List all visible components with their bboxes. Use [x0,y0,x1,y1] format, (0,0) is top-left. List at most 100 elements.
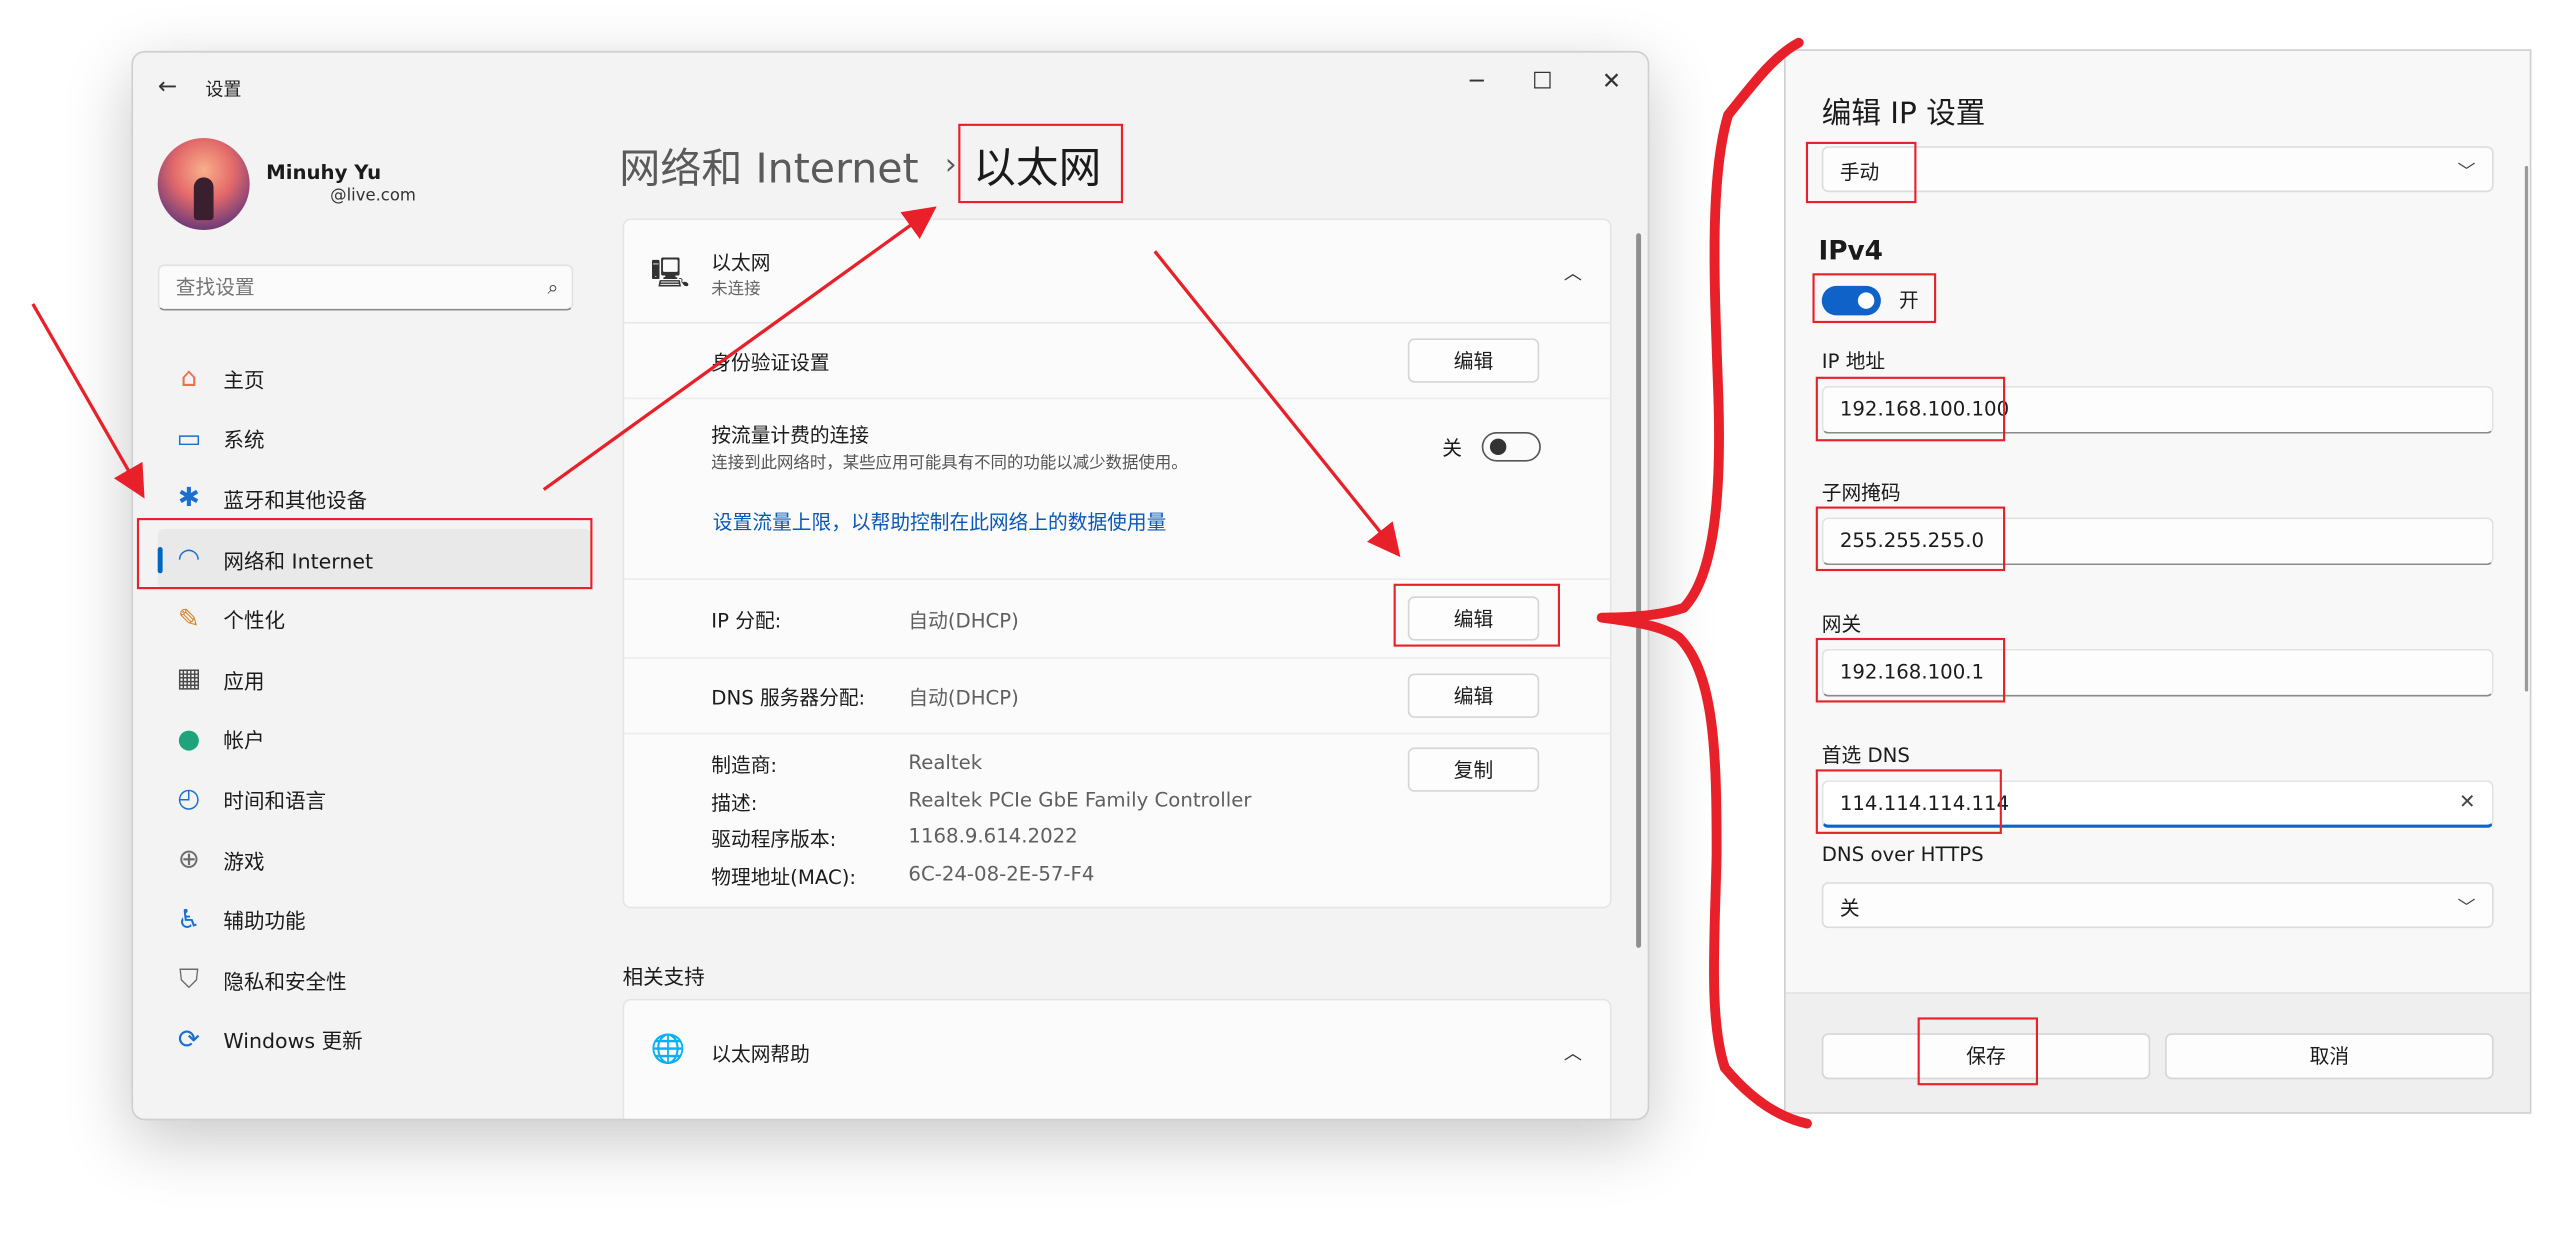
auth-settings-label: 身份验证设置 [711,348,829,376]
scrollbar[interactable] [1636,233,1641,948]
search-icon[interactable]: ⌕ [547,276,558,301]
edit-ip-dialog: 编辑 IP 设置 手动 ﹀ IPv4 开 IP 地址 192.168.100.1… [1784,49,2531,1113]
save-button[interactable]: 保存 [1822,1033,2151,1079]
apps-icon: ▦ [171,661,207,697]
dns-edit-button[interactable]: 编辑 [1408,674,1539,718]
sidebar-item-label: 时间和语言 [223,783,326,814]
minimize-button[interactable]: ─ [1444,59,1510,105]
sidebar-item-label: 个性化 [223,603,285,634]
cancel-button[interactable]: 取消 [2165,1033,2494,1079]
close-button[interactable]: ✕ [1579,59,1645,105]
data-limit-link[interactable]: 设置流量上限，以帮助控制在此网络上的数据使用量 [713,508,1166,536]
sidebar-item-label: 游戏 [223,844,264,875]
prop-label: 物理地址(MAC): [711,862,856,890]
avatar[interactable] [158,138,250,230]
auth-settings-row: 身份验证设置 编辑 [624,322,1610,399]
doh-select[interactable]: 关 ﹀ [1822,882,2494,928]
ethernet-help-card[interactable]: 🌐 以太网帮助 ︿ [623,999,1612,1121]
auth-edit-button[interactable]: 编辑 [1408,338,1539,382]
sidebar-nav: ⌂主页▭系统✱蓝牙和其他设备◠网络和 Internet ✎ 个性化 ▦ 应用 ● 帐户 ◴时间… [158,348,592,1069]
sidebar-item[interactable]: ✱蓝牙和其他设备 [158,468,592,528]
sidebar-item-label: 辅助功能 [223,904,305,935]
gateway-field[interactable]: 192.168.100.1 [1822,649,2494,697]
sidebar-item-label: 应用 [223,663,264,694]
sidebar-item[interactable]: ⟳ Windows 更新 [158,1009,592,1069]
metered-label: 按流量计费的连接 [711,421,869,449]
dns-label: 首选 DNS [1822,741,1910,769]
prop-value: Realtek PCIe GbE Family Controller [908,788,1251,811]
monitor-icon: ▭ [171,420,207,456]
sidebar-item-label: 帐户 [223,723,264,754]
ip-assignment-row: IP 分配: 自动(DHCP) 编辑 [624,578,1610,658]
search-input[interactable] [172,274,524,300]
metered-row: 按流量计费的连接 连接到此网络时，某些应用可能具有不同的功能以减少数据使用。 关… [624,398,1610,580]
prop-value: 6C-24-08-2E-57-F4 [908,862,1094,885]
dns-assignment-row: DNS 服务器分配: 自动(DHCP) 编辑 [624,657,1610,734]
sidebar-item[interactable]: ✎ 个性化 [158,589,592,649]
sidebar-item[interactable]: ⛉ 隐私和安全性 [158,949,592,1009]
ip-mode-select[interactable]: 手动 ﹀ [1822,146,2494,192]
sidebar-item[interactable]: ⊕ 游戏 [158,829,592,889]
sidebar-item[interactable]: ♿ 辅助功能 [158,889,592,949]
gamepad-icon: ⊕ [171,841,207,877]
breadcrumb: 网络和 Internet › 以太网 [619,135,1101,196]
metered-toggle[interactable] [1482,432,1541,462]
sidebar-item[interactable]: ◴时间和语言 [158,769,592,829]
search-box[interactable]: ⌕ [158,264,574,310]
app-title: 设置 [205,76,241,102]
properties-row: 制造商: Realtek 描述: Realtek PCIe GbE Family… [624,733,1610,907]
ethernet-icon: 🖳 [651,253,690,302]
arrow-left-icon: ← [158,74,177,100]
breadcrumb-parent[interactable]: 网络和 Internet [619,136,918,195]
gateway-value: 192.168.100.1 [1840,660,1984,683]
ethernet-card-header[interactable]: 🖳 以太网 未连接 ︿ [624,220,1610,323]
dialog-footer: 保存 取消 [1786,992,2530,1114]
chevron-up-icon[interactable]: ︿ [1564,1040,1582,1066]
settings-window: ← 设置 ─ ☐ ✕ Minuhy Yu @live.com ⌕ ⌂主页▭系统✱… [131,51,1649,1120]
sidebar-item-label: Windows 更新 [223,1024,362,1055]
sidebar-item[interactable]: ● 帐户 [158,709,592,769]
back-button[interactable]: ← [149,69,185,105]
chevron-down-icon: ﹀ [2457,158,2475,184]
breadcrumb-separator: › [945,148,957,182]
metered-state: 关 [1442,434,1462,462]
user-name: Minuhy Yu [266,161,381,184]
ip-address-field[interactable]: 192.168.100.100 [1822,386,2494,434]
sidebar-item-label: 隐私和安全性 [223,964,346,995]
sidebar-item[interactable]: ▭系统 [158,408,592,468]
prop-label: 描述: [711,788,757,816]
doh-label: DNS over HTTPS [1822,843,1984,866]
copy-button[interactable]: 复制 [1408,747,1539,791]
sidebar-item[interactable]: ⌂主页 [158,348,592,408]
toggle-knob [1858,292,1874,308]
person-icon: ● [171,721,207,757]
ethernet-title: 以太网 [711,248,770,276]
brush-icon: ✎ [171,601,207,637]
update-icon: ⟳ [171,1021,207,1057]
metered-description: 连接到此网络时，某些应用可能具有不同的功能以减少数据使用。 [711,448,1187,473]
ipv4-toggle[interactable] [1822,286,1881,316]
subnet-label: 子网掩码 [1822,478,1901,506]
gateway-label: 网关 [1822,609,1861,637]
sidebar-item[interactable]: ▦ 应用 [158,649,592,709]
ethernet-help-label: 以太网帮助 [711,1040,810,1068]
subnet-value: 255.255.255.0 [1840,529,1984,552]
ip-assignment-label: IP 分配: [711,606,781,634]
bluetooth-icon: ✱ [171,480,207,516]
accessibility-icon: ♿ [171,901,207,937]
ip-edit-button[interactable]: 编辑 [1408,596,1539,640]
clear-icon[interactable]: ✕ [2459,790,2476,813]
sidebar-item[interactable]: ◠网络和 Internet [158,529,592,589]
maximize-button[interactable]: ☐ [1510,59,1576,105]
dns-assignment-value: 自动(DHCP) [908,683,1018,711]
subnet-field[interactable]: 255.255.255.0 [1822,517,2494,565]
wifi-icon: ◠ [171,541,207,577]
ipv4-heading: IPv4 [1818,235,1882,266]
dialog-scrollbar[interactable] [2525,166,2528,692]
globe-icon: 🌐 [651,1033,686,1066]
prop-value: Realtek [908,751,982,774]
dns-field[interactable]: 114.114.114.114 ✕ [1822,780,2494,828]
chevron-up-icon[interactable]: ︿ [1564,260,1582,286]
shield-icon: ⛉ [171,961,207,997]
chevron-down-icon: ﹀ [2457,894,2475,920]
